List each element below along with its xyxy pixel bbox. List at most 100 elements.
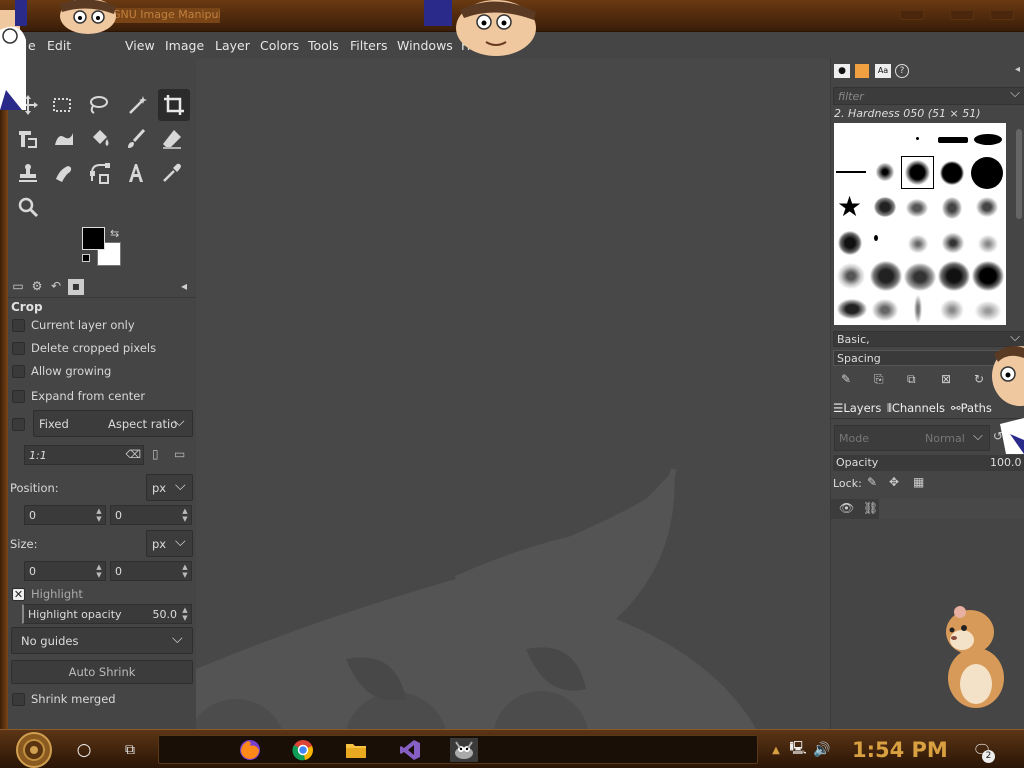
- swap-colors-icon[interactable]: ⇆: [110, 227, 119, 240]
- delete-cropped-option[interactable]: Delete cropped pixels: [12, 339, 192, 357]
- brush-swatch[interactable]: [938, 261, 970, 291]
- minimize-button[interactable]: [900, 10, 924, 20]
- color-picker-tool[interactable]: [156, 157, 188, 189]
- fixed-checkbox[interactable]: [12, 415, 32, 433]
- delete-brush-icon[interactable]: ⊠: [941, 372, 951, 386]
- checkbox[interactable]: [12, 341, 25, 355]
- help-tab-icon[interactable]: ?: [895, 64, 909, 78]
- duplicate-brush-icon[interactable]: ⧉: [907, 372, 916, 387]
- fg-bg-colors[interactable]: ⇆: [82, 227, 132, 269]
- show-hidden-icons-icon[interactable]: ▲: [764, 738, 788, 762]
- volume-icon[interactable]: 🔊: [810, 738, 834, 762]
- brush-scrollbar[interactable]: [1016, 129, 1022, 219]
- network-icon[interactable]: 🖳: [786, 738, 810, 762]
- brush-swatch[interactable]: [836, 171, 866, 173]
- auto-shrink-button[interactable]: Auto Shrink: [11, 660, 193, 684]
- ratio-input[interactable]: 1:1 ⌫: [24, 445, 144, 465]
- clone-tool[interactable]: [12, 157, 44, 189]
- selected-brush-swatch[interactable]: [901, 156, 934, 189]
- position-unit-combo[interactable]: px ⌵: [146, 474, 193, 501]
- fuzzy-select-tool[interactable]: [122, 89, 154, 121]
- checked-checkbox-icon[interactable]: ✕: [12, 587, 25, 601]
- size-unit-combo[interactable]: px ⌵: [146, 530, 193, 557]
- spin-arrows-icon[interactable]: ▲ ▼: [94, 563, 104, 579]
- highlight-opacity-slider[interactable]: Highlight opacity 50.0 ▲ ▼: [22, 604, 192, 624]
- warp-transform-tool[interactable]: [48, 123, 80, 155]
- position-x-input[interactable]: 0 ▲ ▼: [24, 505, 106, 525]
- refresh-brushes-icon[interactable]: ↻: [974, 372, 984, 386]
- brush-swatch[interactable]: [938, 297, 966, 323]
- checkbox[interactable]: [12, 692, 25, 706]
- bucket-fill-tool[interactable]: [84, 123, 116, 155]
- search-circle-icon[interactable]: ○: [72, 738, 96, 762]
- new-brush-icon[interactable]: ⎘: [874, 372, 884, 387]
- brush-swatch[interactable]: [916, 137, 919, 140]
- brush-swatch[interactable]: [940, 231, 966, 255]
- chrome-icon[interactable]: [291, 738, 315, 762]
- tab-paths[interactable]: ⚯Paths: [951, 401, 992, 415]
- smudge-tool[interactable]: [48, 157, 80, 189]
- lock-position-icon[interactable]: ✥: [889, 475, 899, 489]
- zoom-tool[interactable]: [12, 191, 44, 223]
- guides-combo[interactable]: No guides ⌵: [11, 627, 193, 654]
- patterns-tab-icon[interactable]: [855, 64, 869, 78]
- current-layer-only-option[interactable]: Current layer only: [12, 316, 192, 334]
- brush-filter-input[interactable]: filter ⌵: [833, 86, 1024, 105]
- position-y-input[interactable]: 0 ▲ ▼: [110, 505, 192, 525]
- landscape-icon[interactable]: ▭: [174, 447, 185, 461]
- size-width-input[interactable]: 0 ▲ ▼: [24, 561, 106, 581]
- brush-grid[interactable]: ★: [834, 123, 1006, 325]
- layer-mode-combo[interactable]: Mode Normal ⌵: [834, 425, 990, 451]
- brush-swatch[interactable]: [876, 163, 894, 181]
- expand-from-center-option[interactable]: Expand from center: [12, 387, 192, 405]
- image-canvas[interactable]: [196, 59, 830, 729]
- brush-swatch[interactable]: [942, 197, 962, 219]
- paths-tool[interactable]: [84, 157, 116, 189]
- brush-swatch[interactable]: [914, 295, 922, 323]
- tab-channels[interactable]: ⫴Channels: [887, 401, 945, 416]
- brush-swatch[interactable]: [872, 299, 898, 321]
- allow-growing-option[interactable]: Allow growing: [12, 362, 192, 380]
- brush-swatch[interactable]: [906, 233, 930, 255]
- tab-layers[interactable]: ☰Layers: [833, 401, 881, 415]
- eraser-tool[interactable]: [156, 123, 188, 155]
- size-height-input[interactable]: 0 ▲ ▼: [110, 561, 192, 581]
- brush-swatch[interactable]: [874, 235, 878, 241]
- fixed-aspect-combo[interactable]: Fixed Aspect ratio ⌵: [33, 410, 193, 437]
- menu-colors[interactable]: Colors: [260, 38, 299, 53]
- brush-swatch[interactable]: [976, 233, 1000, 255]
- checkbox[interactable]: [12, 318, 25, 332]
- device-status-tab-icon[interactable]: ⚙: [29, 279, 45, 295]
- lock-pixels-icon[interactable]: ✎: [867, 475, 877, 489]
- spin-arrows-icon[interactable]: ▲ ▼: [180, 606, 190, 622]
- lock-alpha-icon[interactable]: ▦: [913, 475, 924, 489]
- edit-brush-icon[interactable]: ✎: [841, 372, 851, 386]
- shrink-merged-option[interactable]: Shrink merged: [12, 690, 192, 708]
- layer-opacity-slider[interactable]: Opacity 100.0: [833, 455, 1024, 471]
- brush-swatch[interactable]: [837, 299, 867, 319]
- task-view-icon[interactable]: ⧉: [118, 738, 142, 762]
- visual-studio-icon[interactable]: [398, 738, 422, 762]
- images-tab-icon[interactable]: ▪: [68, 279, 84, 295]
- firefox-icon[interactable]: [238, 738, 262, 762]
- fonts-tab-icon[interactable]: Aa: [875, 64, 891, 78]
- checkbox[interactable]: [12, 417, 25, 431]
- brush-swatch[interactable]: [972, 261, 1004, 291]
- spin-arrows-icon[interactable]: ▲ ▼: [94, 507, 104, 523]
- brush-swatch[interactable]: [837, 263, 865, 289]
- file-explorer-icon[interactable]: [344, 738, 368, 762]
- brush-swatch[interactable]: [974, 134, 1002, 145]
- menu-view[interactable]: View: [125, 38, 155, 53]
- menu-image[interactable]: Image: [165, 38, 204, 53]
- brushes-tab-icon[interactable]: ●: [834, 64, 850, 78]
- menu-filters[interactable]: Filters: [350, 38, 387, 53]
- undo-history-tab-icon[interactable]: ↶: [48, 279, 64, 295]
- highlight-option[interactable]: ✕ Highlight: [12, 585, 192, 603]
- configure-tab-icon[interactable]: ◂: [176, 279, 192, 295]
- text-tool[interactable]: [120, 157, 152, 189]
- crop-tool[interactable]: [158, 89, 190, 121]
- brush-swatch[interactable]: [874, 197, 896, 217]
- portrait-icon[interactable]: ▯: [152, 447, 159, 461]
- gimp-icon[interactable]: [450, 738, 478, 762]
- brush-swatch[interactable]: [838, 231, 862, 255]
